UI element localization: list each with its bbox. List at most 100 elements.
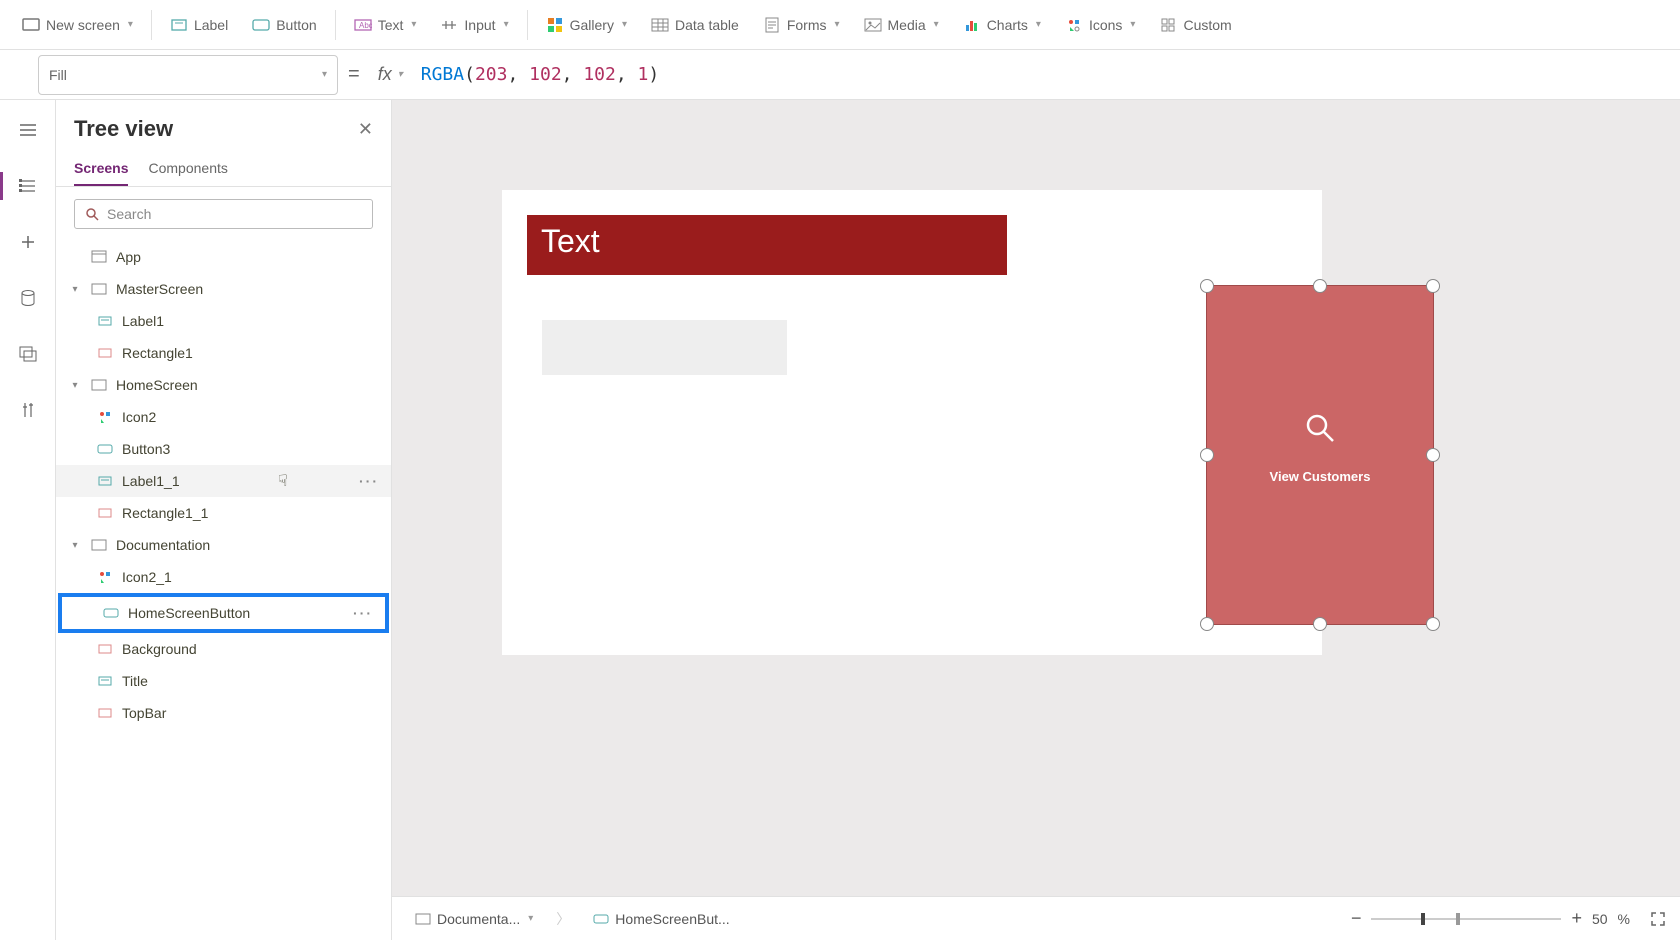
resize-handle[interactable] bbox=[1426, 448, 1440, 462]
gallery-icon bbox=[546, 16, 564, 34]
table-icon bbox=[651, 16, 669, 34]
formula-input[interactable]: RGBA(203, 102, 102, 1) bbox=[421, 64, 660, 85]
magnify-icon bbox=[1303, 411, 1337, 445]
tree-item-rectangle1-1[interactable]: Rectangle1_1 bbox=[56, 497, 391, 529]
hamburger-button[interactable] bbox=[8, 110, 48, 150]
canvas-grey-box[interactable] bbox=[542, 320, 787, 375]
tree-item-background[interactable]: Background bbox=[56, 633, 391, 665]
media-label: Media bbox=[888, 17, 926, 33]
chevron-down-icon: ▾ bbox=[1130, 19, 1135, 30]
label-icon bbox=[170, 16, 188, 34]
tree-item-topbar[interactable]: TopBar bbox=[56, 697, 391, 729]
new-screen-label: New screen bbox=[46, 17, 120, 33]
chevron-down-icon: ▾ bbox=[398, 69, 403, 80]
text-label: Text bbox=[378, 17, 404, 33]
tree-item-homescreenbutton[interactable]: HomeScreenButton ··· bbox=[62, 597, 385, 629]
custom-button[interactable]: Custom bbox=[1147, 10, 1243, 40]
resize-handle[interactable] bbox=[1426, 279, 1440, 293]
property-selector[interactable]: Fill ▾ bbox=[38, 55, 338, 95]
tab-screens[interactable]: Screens bbox=[74, 152, 128, 186]
chevron-down-icon[interactable]: ▾ bbox=[68, 380, 82, 391]
screen-artboard[interactable]: Text View Customers bbox=[502, 190, 1322, 655]
screen-icon bbox=[22, 16, 40, 34]
media-rail-button[interactable] bbox=[8, 334, 48, 374]
breadcrumb-control[interactable]: HomeScreenBut... bbox=[584, 906, 738, 932]
resize-handle[interactable] bbox=[1426, 617, 1440, 631]
custom-label: Custom bbox=[1183, 17, 1231, 33]
tree-item-title[interactable]: Title bbox=[56, 665, 391, 697]
tree-item-button3[interactable]: Button3 bbox=[56, 433, 391, 465]
charts-button[interactable]: Charts ▾ bbox=[951, 10, 1053, 40]
zoom-slider[interactable] bbox=[1371, 918, 1561, 920]
new-screen-button[interactable]: New screen ▾ bbox=[10, 10, 145, 40]
more-icon[interactable]: ··· bbox=[359, 473, 379, 489]
tree-view-button[interactable] bbox=[8, 166, 48, 206]
forms-label: Forms bbox=[787, 17, 827, 33]
chevron-down-icon: ▾ bbox=[528, 913, 533, 924]
canvas-selected-button[interactable]: View Customers bbox=[1206, 285, 1434, 625]
chevron-down-icon[interactable]: ▾ bbox=[68, 284, 82, 295]
icons-button[interactable]: Icons ▾ bbox=[1053, 10, 1148, 40]
canvas-button-label: View Customers bbox=[1207, 469, 1433, 484]
tree-item-icon2[interactable]: Icon2 bbox=[56, 401, 391, 433]
button-label: Button bbox=[276, 17, 316, 33]
tree-item-label1[interactable]: Label1 bbox=[56, 305, 391, 337]
search-wrap: Search bbox=[56, 187, 391, 241]
canvas-area[interactable]: Text View Customers Documenta... ▾ bbox=[392, 100, 1680, 940]
data-button[interactable] bbox=[8, 278, 48, 318]
datatable-label: Data table bbox=[675, 17, 739, 33]
label-button[interactable]: Label bbox=[158, 10, 240, 40]
chevron-down-icon[interactable]: ▾ bbox=[68, 540, 82, 551]
zoom-thumb[interactable] bbox=[1421, 913, 1425, 925]
search-icon bbox=[85, 207, 99, 221]
screen-icon bbox=[90, 376, 108, 394]
zoom-controls: − + 50 % bbox=[1351, 908, 1666, 929]
screen-icon bbox=[90, 536, 108, 554]
tree-item-documentation[interactable]: ▾ Documentation bbox=[56, 529, 391, 561]
fx-button[interactable]: fx▾ bbox=[370, 64, 411, 85]
input-icon bbox=[440, 16, 458, 34]
tab-components[interactable]: Components bbox=[148, 152, 227, 186]
button-icon bbox=[96, 440, 114, 458]
zoom-in-button[interactable]: + bbox=[1571, 908, 1582, 929]
chevron-down-icon: ▾ bbox=[504, 19, 509, 30]
tree-item-rectangle1[interactable]: Rectangle1 bbox=[56, 337, 391, 369]
label-icon bbox=[96, 312, 114, 330]
insert-button[interactable] bbox=[8, 222, 48, 262]
resize-handle[interactable] bbox=[1200, 617, 1214, 631]
zoom-mark bbox=[1456, 913, 1460, 925]
more-icon[interactable]: ··· bbox=[353, 605, 373, 621]
tree-item-label1-1[interactable]: Label1_1 ☟ ··· bbox=[56, 465, 391, 497]
tree-item-homescreen[interactable]: ▾ HomeScreen bbox=[56, 369, 391, 401]
icons-icon bbox=[96, 408, 114, 426]
resize-handle[interactable] bbox=[1313, 617, 1327, 631]
breadcrumb-screen[interactable]: Documenta... ▾ bbox=[406, 906, 542, 932]
resize-handle[interactable] bbox=[1200, 448, 1214, 462]
input-button[interactable]: Input ▾ bbox=[428, 10, 520, 40]
rectangle-icon bbox=[96, 504, 114, 522]
tree-tabs: Screens Components bbox=[56, 148, 391, 187]
tree-item-icon2-1[interactable]: Icon2_1 bbox=[56, 561, 391, 593]
forms-button[interactable]: Forms ▾ bbox=[751, 10, 852, 40]
search-input[interactable]: Search bbox=[74, 199, 373, 229]
equals-sign: = bbox=[348, 63, 360, 86]
canvas-header-rect[interactable]: Text bbox=[527, 215, 1007, 275]
label-icon bbox=[96, 672, 114, 690]
tools-button[interactable] bbox=[8, 390, 48, 430]
fullscreen-icon[interactable] bbox=[1650, 911, 1666, 927]
text-icon: Abc bbox=[354, 16, 372, 34]
resize-handle[interactable] bbox=[1313, 279, 1327, 293]
icons-label: Icons bbox=[1089, 17, 1122, 33]
media-button[interactable]: Media ▾ bbox=[852, 10, 951, 40]
resize-handle[interactable] bbox=[1200, 279, 1214, 293]
tree-item-masterscreen[interactable]: ▾ MasterScreen bbox=[56, 273, 391, 305]
close-icon[interactable]: ✕ bbox=[358, 119, 373, 140]
charts-label: Charts bbox=[987, 17, 1028, 33]
chevron-down-icon: ▾ bbox=[322, 69, 327, 80]
tree-item-app[interactable]: App bbox=[56, 241, 391, 273]
button-button[interactable]: Button bbox=[240, 10, 328, 40]
gallery-button[interactable]: Gallery ▾ bbox=[534, 10, 639, 40]
text-button[interactable]: Abc Text ▾ bbox=[342, 10, 429, 40]
datatable-button[interactable]: Data table bbox=[639, 10, 751, 40]
zoom-out-button[interactable]: − bbox=[1351, 908, 1362, 929]
